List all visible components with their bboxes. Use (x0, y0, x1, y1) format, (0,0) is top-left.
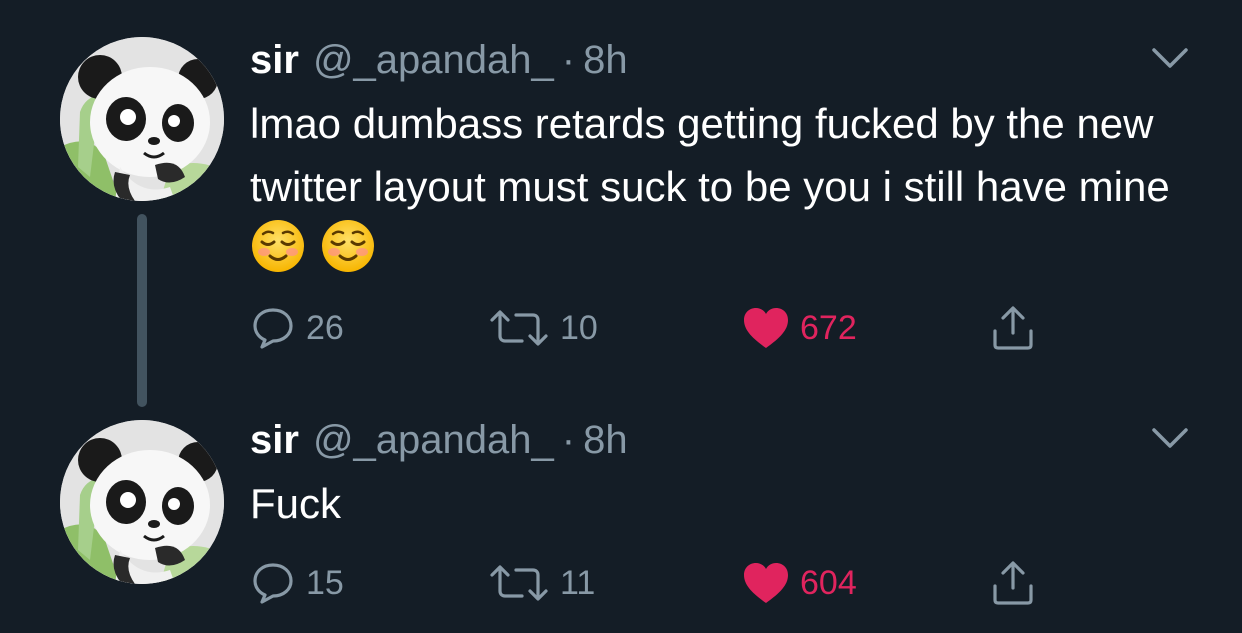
display-name[interactable]: sir (250, 418, 299, 463)
share-button[interactable] (990, 559, 1036, 607)
tweet-text: lmao dumbass retards getting fucked by t… (250, 92, 1210, 291)
retweet-icon (490, 310, 548, 346)
share-icon (993, 306, 1033, 350)
panda-avatar-image (60, 420, 224, 584)
username-handle[interactable]: @_apandah_ (313, 38, 554, 83)
emoji-group (250, 218, 390, 291)
reply-icon (253, 308, 293, 349)
reply-count: 15 (306, 563, 344, 602)
timestamp[interactable]: 8h (583, 418, 628, 463)
separator-dot: · (561, 418, 576, 462)
separator-dot: · (561, 38, 576, 82)
tweet-header: sir @_apandah_ · 8h (250, 418, 628, 468)
share-button[interactable] (990, 304, 1036, 352)
display-name[interactable]: sir (250, 38, 299, 83)
like-count: 672 (800, 308, 857, 347)
tweet-actions: 26 10 672 (250, 304, 1150, 352)
heart-icon (744, 563, 788, 603)
chevron-down-icon[interactable] (1150, 426, 1190, 452)
username-handle[interactable]: @_apandah_ (313, 418, 554, 463)
tweet-body-text: Fuck (250, 480, 342, 527)
panda-avatar-image (60, 37, 224, 201)
tweet-actions: 15 11 604 (250, 559, 1150, 607)
reply-icon (253, 563, 293, 604)
thread-line (137, 214, 147, 407)
retweet-button[interactable]: 10 (488, 304, 598, 352)
tweet-body-text: lmao dumbass retards getting fucked by t… (250, 100, 1170, 210)
retweet-button[interactable]: 11 (488, 559, 595, 607)
retweet-icon (490, 565, 548, 601)
reply-button[interactable]: 15 (250, 559, 344, 607)
avatar[interactable] (60, 420, 224, 584)
like-button[interactable]: 604 (742, 559, 857, 607)
like-count: 604 (800, 563, 857, 602)
reply-count: 26 (306, 308, 344, 347)
tweet-header: sir @_apandah_ · 8h (250, 38, 628, 88)
retweet-count: 11 (560, 563, 596, 602)
chevron-down-icon[interactable] (1150, 46, 1190, 72)
smiling-face-emoji (322, 220, 374, 272)
share-icon (993, 561, 1033, 605)
tweet[interactable]: sir @_apandah_ · 8h lmao dumbass retards… (0, 0, 1242, 407)
reply-button[interactable]: 26 (250, 304, 344, 352)
retweet-count: 10 (560, 308, 598, 347)
smiling-face-emoji (252, 220, 304, 272)
timestamp[interactable]: 8h (583, 38, 628, 83)
tweet-text: Fuck (250, 472, 1210, 535)
heart-icon (744, 308, 788, 348)
like-button[interactable]: 672 (742, 304, 857, 352)
tweet[interactable]: sir @_apandah_ · 8h Fuck 15 11 604 (0, 405, 1242, 633)
avatar[interactable] (60, 37, 224, 201)
